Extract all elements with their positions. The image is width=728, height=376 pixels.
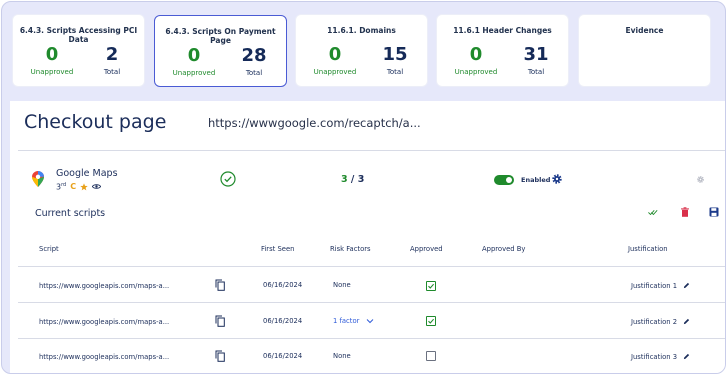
row-divider — [18, 373, 726, 374]
total-count: 2 — [105, 44, 119, 65]
unapproved-label: Unapproved — [172, 69, 216, 77]
total-stat: 15 Total — [365, 44, 425, 76]
pencil-icon[interactable] — [683, 353, 690, 360]
section-title: Current scripts — [35, 208, 106, 219]
total-count: 31 — [523, 44, 549, 65]
total-count: 28 — [241, 45, 267, 66]
trash-icon[interactable] — [680, 207, 690, 217]
card-title: 6.4.3. Scripts On Payment Page — [165, 27, 276, 45]
total-stat: 28 Total — [224, 45, 284, 77]
total-stat: 31 Total — [506, 44, 566, 76]
card-evidence[interactable]: Evidence — [578, 14, 711, 87]
unapproved-stat: 0 Unapproved — [446, 44, 506, 76]
pencil-icon[interactable] — [683, 282, 690, 289]
header-approved: Approved — [410, 245, 443, 253]
gear-icon[interactable] — [551, 173, 563, 185]
justification-text: Justification 1 — [631, 282, 678, 290]
page-url[interactable]: https://wwwgoogle.com/recaptch/a... — [208, 116, 421, 130]
unapproved-label: Unapproved — [313, 68, 357, 76]
card-title: 11.6.1 Header Changes — [453, 26, 552, 35]
header-approved-by: Approved By — [482, 245, 526, 253]
approval-ratio: 3 / 3 — [341, 174, 364, 185]
approved-checkbox[interactable] — [426, 316, 436, 326]
header-script: Script — [39, 245, 59, 253]
header-first-seen: First Seen — [261, 245, 295, 253]
chevron-down-icon[interactable] — [366, 318, 374, 324]
rank-suffix: rd — [61, 182, 67, 188]
divider — [18, 150, 725, 151]
header-risk-factors: Risk Factors — [330, 245, 371, 253]
copy-icon[interactable] — [215, 350, 225, 362]
settings-icon[interactable] — [696, 175, 705, 184]
page-title: Checkout page — [24, 111, 167, 133]
card-title: Evidence — [625, 26, 664, 35]
ratio-total: 3 — [357, 174, 365, 185]
ratio-approved: 3 — [341, 174, 348, 185]
card-domains[interactable]: 11.6.1. Domains 0 Unapproved 15 Total — [295, 14, 428, 87]
total-count: 15 — [382, 44, 408, 65]
checkout-page-panel: Checkout page https://wwwgoogle.com/reca… — [10, 101, 726, 374]
unapproved-count: 0 — [187, 45, 201, 66]
vendor-meta: 3rd C — [56, 182, 102, 192]
first-seen-date: 06/16/2024 — [263, 352, 303, 360]
justification-text: Justification 3 — [631, 353, 678, 361]
card-scripts-accessing-pci[interactable]: 6.4.3. Scripts Accessing PCI Data 0 Unap… — [12, 14, 145, 87]
dashboard-frame: 6.4.3. Scripts Accessing PCI Data 0 Unap… — [1, 1, 726, 374]
row-divider — [18, 338, 725, 339]
risk-factors: None — [333, 352, 351, 360]
unapproved-label: Unapproved — [30, 68, 74, 76]
vendor-grade: C — [70, 182, 77, 192]
enabled-toggle[interactable] — [494, 175, 514, 185]
eye-icon[interactable] — [92, 183, 102, 190]
approved-checkbox[interactable] — [426, 351, 436, 361]
script-url[interactable]: https://www.googleapis.com/maps-a... — [39, 282, 169, 290]
total-label: Total — [245, 69, 263, 77]
unapproved-stat: 0 Unapproved — [22, 44, 82, 76]
copy-icon[interactable] — [215, 279, 225, 291]
unapproved-stat: 0 Unapproved — [305, 44, 365, 76]
copy-icon[interactable] — [215, 315, 225, 327]
check-circle-icon — [220, 171, 236, 187]
star-icon — [80, 183, 88, 191]
first-seen-date: 06/16/2024 — [263, 281, 303, 289]
risk-factors: None — [333, 281, 351, 289]
total-label: Total — [386, 68, 404, 76]
total-label: Total — [103, 68, 121, 76]
unapproved-count: 0 — [469, 44, 483, 65]
unapproved-count: 0 — [45, 44, 59, 65]
row-divider — [18, 302, 725, 303]
double-check-icon[interactable] — [648, 207, 658, 217]
total-label: Total — [527, 68, 545, 76]
card-header-changes[interactable]: 11.6.1 Header Changes 0 Unapproved 31 To… — [436, 14, 569, 87]
vendor-name[interactable]: Google Maps — [56, 168, 118, 179]
approved-checkbox[interactable] — [426, 281, 436, 291]
total-stat: 2 Total — [82, 44, 142, 76]
script-url[interactable]: https://www.googleapis.com/maps-a... — [39, 353, 169, 361]
vendor-rank: 3rd — [56, 182, 66, 192]
justification-text: Justification 2 — [631, 318, 678, 326]
card-title: 6.4.3. Scripts Accessing PCI Data — [19, 26, 138, 44]
card-scripts-on-payment-page[interactable]: 6.4.3. Scripts On Payment Page 0 Unappro… — [154, 15, 287, 87]
unapproved-label: Unapproved — [454, 68, 498, 76]
row-divider — [18, 266, 725, 267]
ratio-separator: / — [347, 174, 358, 185]
card-title: 11.6.1. Domains — [327, 26, 396, 35]
google-maps-pin-icon — [32, 171, 44, 187]
unapproved-stat: 0 Unapproved — [164, 45, 224, 77]
pencil-icon[interactable] — [683, 318, 690, 325]
header-justification: Justification — [628, 245, 668, 253]
risk-factors-link[interactable]: 1 factor — [333, 317, 359, 325]
unapproved-count: 0 — [328, 44, 342, 65]
save-icon[interactable] — [709, 207, 719, 217]
first-seen-date: 06/16/2024 — [263, 317, 303, 325]
script-url[interactable]: https://www.googleapis.com/maps-a... — [39, 318, 169, 326]
toggle-label: Enabled — [521, 176, 551, 184]
